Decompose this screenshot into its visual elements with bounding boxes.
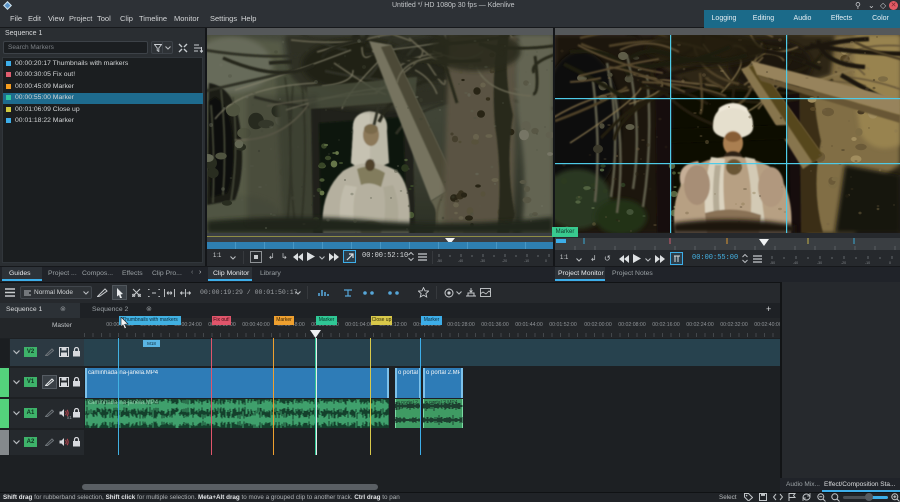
svg-text:-20: -20 [502,259,507,263]
svg-text:-10: -10 [865,261,870,265]
svg-text:0: 0 [545,259,547,263]
svg-text:-50: -50 [770,261,775,265]
svg-text:0: 0 [889,261,891,265]
svg-text:-30: -30 [480,259,485,263]
svg-text:-40: -40 [793,261,798,265]
svg-text:-10: -10 [524,259,529,263]
svg-text:-30: -30 [817,261,822,265]
svg-text:-50: -50 [437,259,442,263]
svg-text:-40: -40 [458,259,463,263]
svg-text:-20: -20 [841,261,846,265]
